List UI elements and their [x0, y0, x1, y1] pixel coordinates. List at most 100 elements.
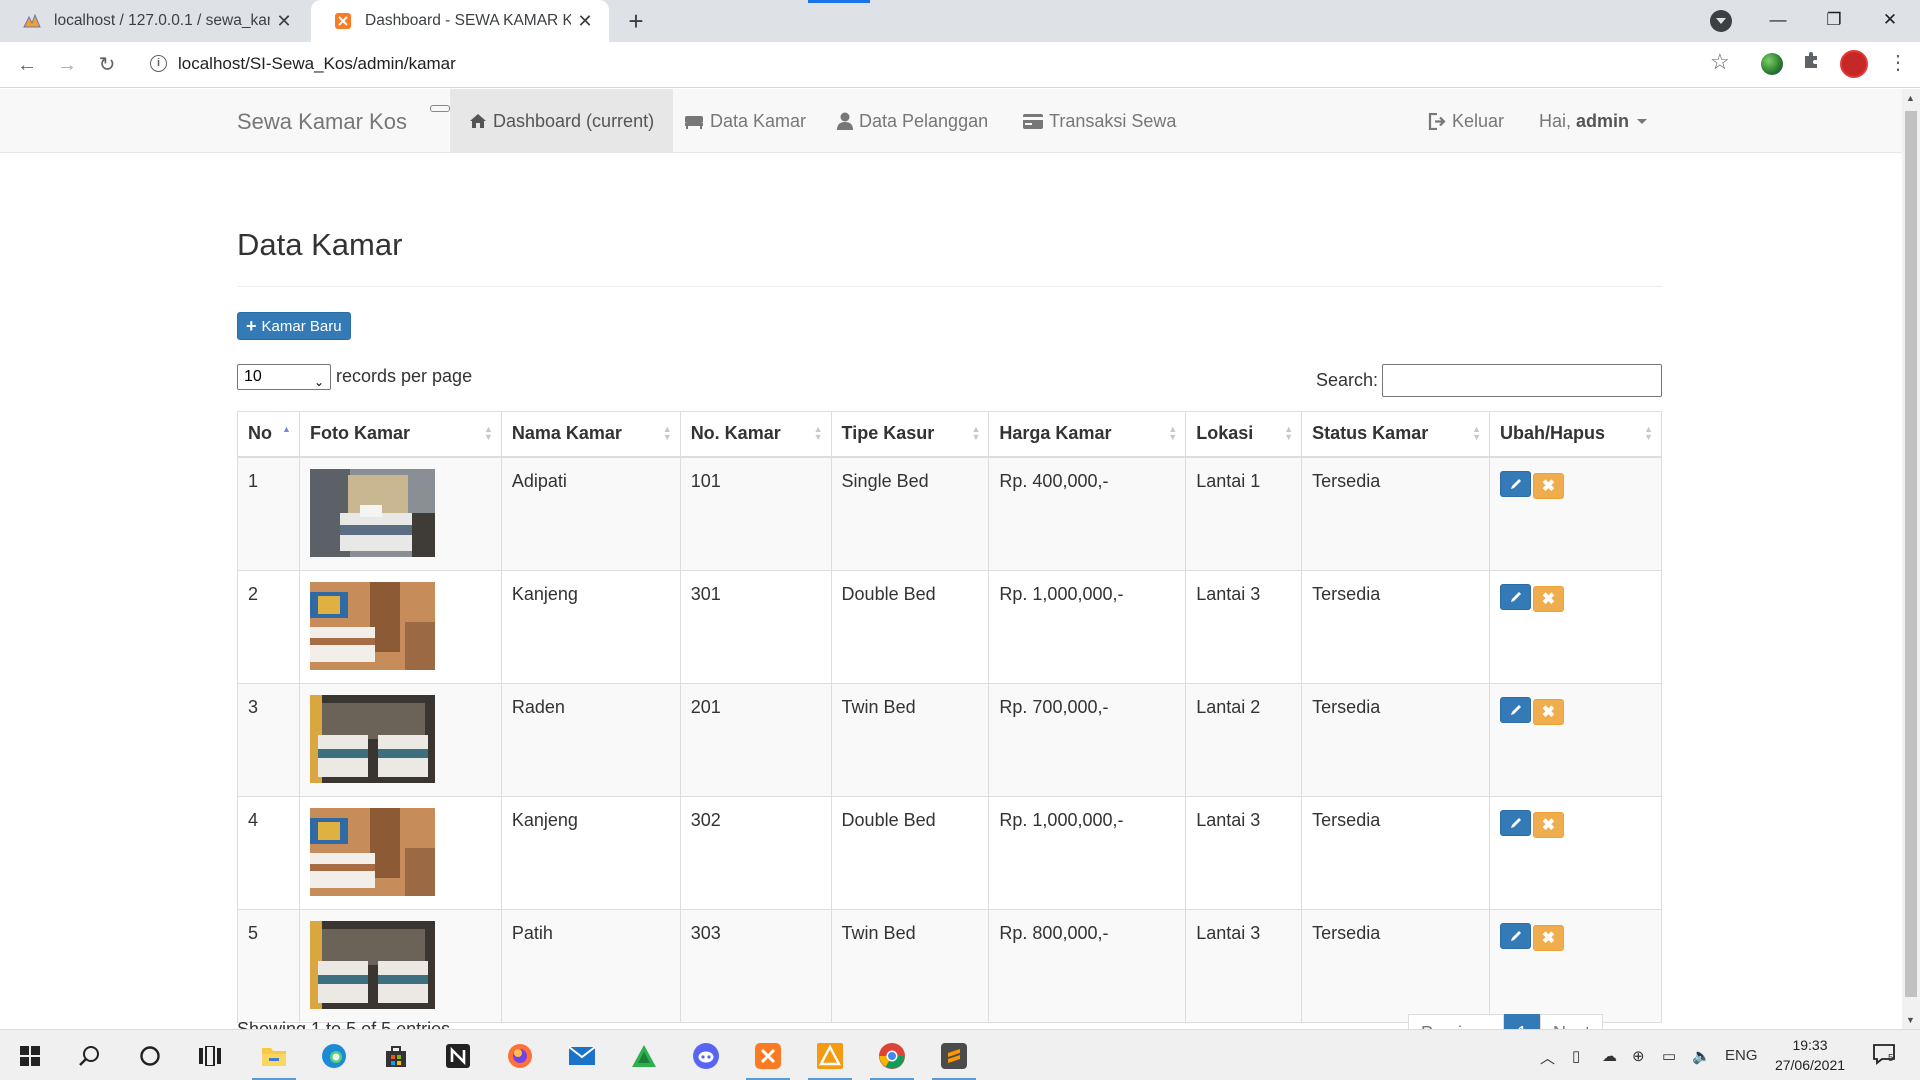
bed-icon	[684, 113, 704, 129]
browser-tab-dashboard[interactable]: Dashboard - SEWA KAMAR KOS ✕	[311, 0, 609, 42]
file-explorer-icon[interactable]	[246, 1030, 302, 1080]
cell-harga: Rp. 1,000,000,-	[988, 795, 1187, 910]
column-header-no[interactable]: No ▲	[237, 411, 300, 458]
pencil-icon	[1510, 478, 1521, 489]
cell-no: 3	[237, 682, 300, 797]
browser-tab-bar: localhost / 127.0.0.1 / sewa_kama ✕ Dash…	[0, 0, 1920, 42]
notification-count: 5	[1888, 1053, 1894, 1064]
nav-dashboard[interactable]: Dashboard (current)	[450, 89, 674, 153]
navbar-brand[interactable]: Sewa Kamar Kos	[237, 109, 407, 135]
page-1-button[interactable]: 1	[1504, 1014, 1541, 1029]
nav-transaksi-sewa[interactable]: Transaksi Sewa	[1023, 89, 1176, 153]
search-icon[interactable]	[62, 1030, 118, 1080]
column-header-nomor[interactable]: No. Kamar ▲ ▼	[679, 411, 832, 458]
search-input[interactable]	[1382, 364, 1662, 397]
nav-data-kamar-label: Data Kamar	[710, 110, 807, 131]
extensions-puzzle-icon[interactable]	[1801, 50, 1821, 76]
column-header-foto[interactable]: Foto Kamar ▲ ▼	[298, 411, 502, 458]
browser-tab-phpmyadmin[interactable]: localhost / 127.0.0.1 / sewa_kama ✕	[0, 0, 308, 42]
cell-no: 2	[237, 569, 300, 684]
scroll-down-icon[interactable]: ▼	[1906, 1015, 1915, 1025]
page-length-select[interactable]: 10 ⌄	[237, 364, 331, 390]
delete-button[interactable]: ✖	[1533, 698, 1564, 725]
notifications-icon[interactable]: 5	[1872, 1043, 1896, 1069]
device-icon[interactable]: ▯	[1572, 1047, 1580, 1065]
delete-button[interactable]: ✖	[1533, 811, 1564, 838]
delete-button[interactable]: ✖	[1533, 472, 1564, 499]
title-divider	[237, 286, 1662, 287]
cortana-icon[interactable]	[122, 1030, 178, 1080]
cell-photo	[298, 456, 502, 571]
browser-menu-icon[interactable]: ⋮	[1888, 50, 1908, 75]
extension-globe-icon[interactable]	[1761, 53, 1783, 75]
next-page-button[interactable]: Next	[1540, 1014, 1604, 1029]
task-view-icon[interactable]	[182, 1030, 238, 1080]
edit-button[interactable]	[1500, 809, 1531, 836]
column-header-aksi[interactable]: Ubah/Hapus ▲ ▼	[1489, 411, 1662, 458]
edit-button[interactable]	[1500, 470, 1531, 497]
column-header-lokasi[interactable]: Lokasi ▲ ▼	[1185, 411, 1303, 458]
cell-status: Tersedia	[1301, 908, 1490, 1023]
onedrive-icon[interactable]: ☁	[1602, 1047, 1617, 1065]
profile-avatar[interactable]	[1840, 50, 1868, 78]
cell-photo	[298, 908, 502, 1023]
column-header-harga[interactable]: Harga Kamar ▲ ▼	[988, 411, 1187, 458]
plus-icon: +	[246, 316, 257, 336]
chrome-icon[interactable]	[864, 1030, 920, 1080]
nav-data-pelanggan[interactable]: Data Pelanggan	[837, 89, 988, 153]
close-tab-icon[interactable]: ✕	[571, 11, 599, 32]
user-menu-dropdown[interactable]: Hai, admin	[1539, 89, 1648, 153]
git-icon[interactable]	[802, 1030, 858, 1080]
forward-icon[interactable]: →	[51, 49, 83, 81]
close-window-icon[interactable]: ✕	[1862, 0, 1918, 42]
search-label: Search:	[1316, 370, 1379, 390]
column-header-status[interactable]: Status Kamar ▲ ▼	[1301, 411, 1490, 458]
language-indicator[interactable]: ENG	[1725, 1047, 1758, 1064]
page-scrollbar[interactable]: ▲ ▼	[1902, 89, 1920, 1029]
column-header-tipe[interactable]: Tipe Kasur ▲ ▼	[830, 411, 990, 458]
column-header-nama[interactable]: Nama Kamar ▲ ▼	[500, 411, 681, 458]
volume-icon[interactable]: 🔈	[1692, 1047, 1711, 1065]
network-globe-icon[interactable]: ⊕	[1632, 1047, 1645, 1065]
new-tab-button[interactable]: +	[620, 6, 652, 36]
sort-asc-icon: ▲	[282, 424, 291, 434]
address-bar[interactable]: i localhost/SI-Sewa_Kos/admin/kamar	[138, 47, 1716, 81]
nav-data-kamar[interactable]: Data Kamar	[684, 89, 806, 153]
site-info-icon[interactable]: i	[150, 55, 167, 72]
firefox-icon[interactable]	[492, 1030, 548, 1080]
remove-icon: ✖	[1541, 816, 1556, 834]
table-row: 5 Patih 303 Twin Bed Rp. 800,000,- Lantai 3 Te…	[237, 908, 1662, 1023]
edit-button[interactable]	[1500, 696, 1531, 723]
feedly-icon[interactable]	[616, 1030, 672, 1080]
tab-search-icon[interactable]	[1710, 10, 1732, 32]
battery-icon[interactable]: ▭	[1662, 1047, 1676, 1065]
store-icon[interactable]	[368, 1030, 424, 1080]
minimize-icon[interactable]: —	[1750, 0, 1806, 42]
bookmark-star-icon[interactable]: ☆	[1710, 49, 1730, 75]
logout-link[interactable]: Keluar	[1428, 89, 1504, 153]
windows-start-icon[interactable]	[2, 1030, 58, 1080]
delete-button[interactable]: ✖	[1533, 585, 1564, 612]
restore-icon[interactable]: ❐	[1806, 0, 1862, 42]
taskbar-clock[interactable]: 19:33 27/06/2021	[1768, 1035, 1852, 1075]
chevron-up-icon[interactable]: ︿	[1540, 1047, 1555, 1068]
reload-icon[interactable]: ↻	[91, 49, 123, 81]
discord-icon[interactable]	[678, 1030, 734, 1080]
delete-button[interactable]: ✖	[1533, 924, 1564, 951]
edit-button[interactable]	[1500, 922, 1531, 949]
cell-actions: ✖	[1489, 795, 1662, 910]
back-icon[interactable]: ←	[11, 49, 43, 81]
xampp-taskbar-icon[interactable]	[740, 1030, 796, 1080]
edge-icon[interactable]	[306, 1030, 362, 1080]
scroll-thumb[interactable]	[1905, 111, 1917, 997]
edit-button[interactable]	[1500, 583, 1531, 610]
close-tab-icon[interactable]: ✕	[270, 11, 298, 32]
previous-page-button[interactable]: Previous	[1408, 1014, 1505, 1029]
remove-icon: ✖	[1541, 590, 1556, 608]
rooms-table: No ▲ Foto Kamar ▲ ▼ Nama Kamar ▲ ▼ No. Kamar ▲…	[237, 411, 1662, 1023]
add-room-button[interactable]: + Kamar Baru	[237, 312, 351, 340]
mail-icon[interactable]	[554, 1030, 610, 1080]
scroll-up-icon[interactable]: ▲	[1906, 93, 1915, 103]
sublime-text-icon[interactable]	[926, 1030, 982, 1080]
notion-icon[interactable]	[430, 1030, 486, 1080]
